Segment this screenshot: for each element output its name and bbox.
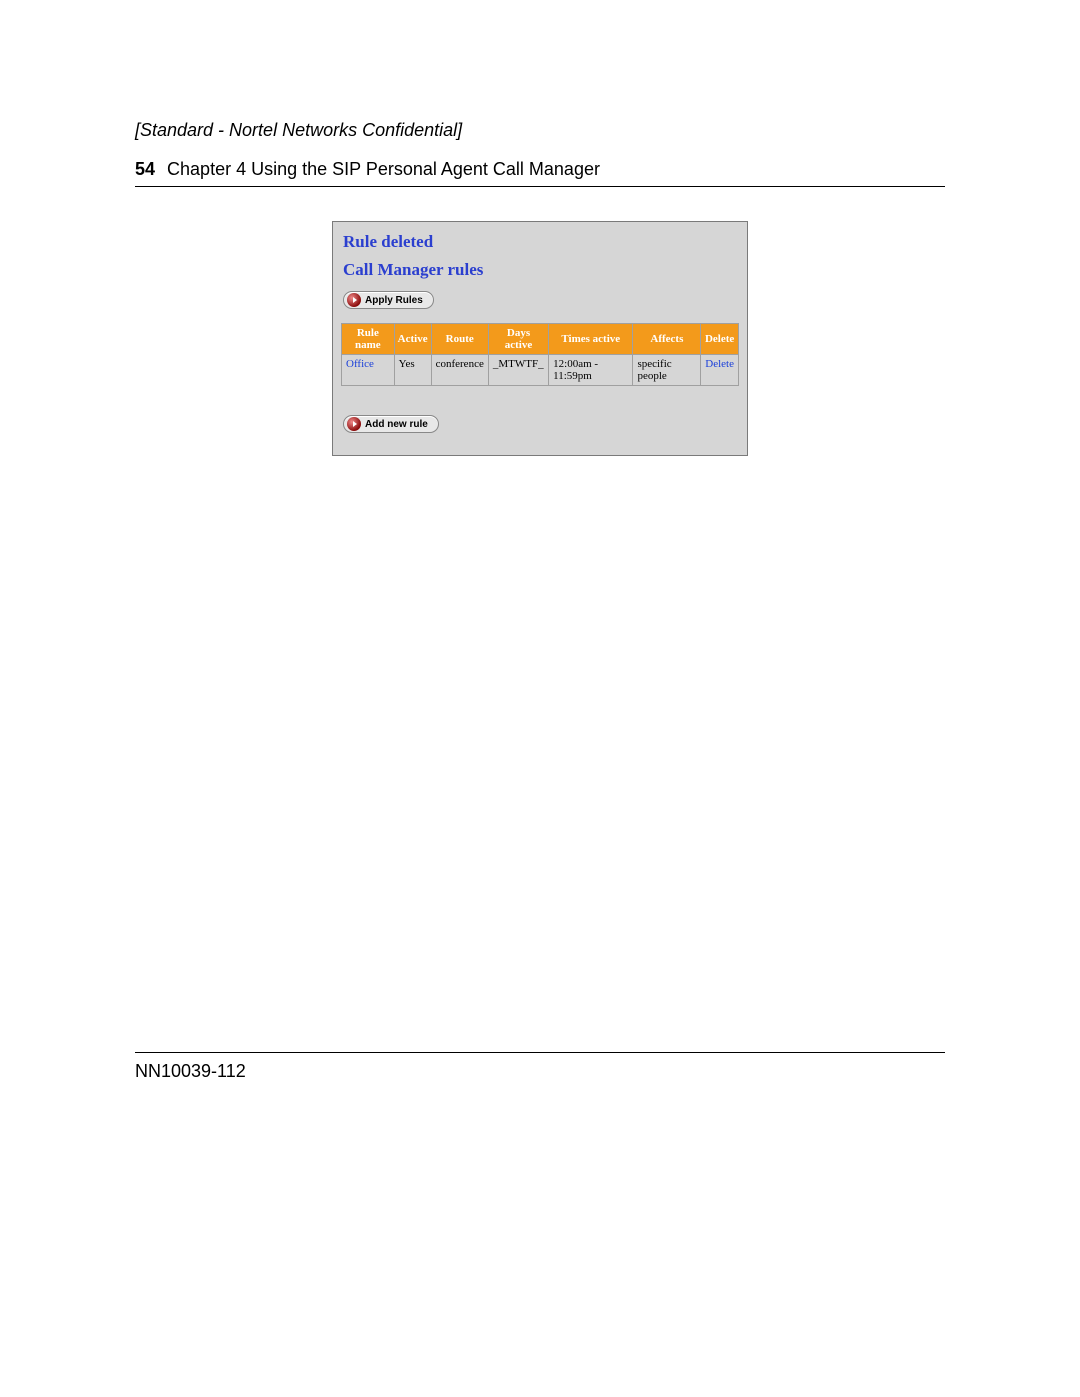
play-icon: [347, 293, 361, 307]
col-times-active: Times active: [549, 324, 633, 355]
footer-rule: [135, 1052, 945, 1053]
play-icon: [347, 417, 361, 431]
rules-table: Rule name Active Route Days active Times…: [341, 323, 739, 386]
col-affects: Affects: [633, 324, 701, 355]
col-active: Active: [394, 324, 431, 355]
rule-name-link[interactable]: Office: [342, 355, 395, 386]
col-rule-name: Rule name: [342, 324, 395, 355]
cell-active: Yes: [394, 355, 431, 386]
add-new-rule-label: Add new rule: [365, 419, 428, 430]
status-message: Rule deleted: [343, 232, 739, 252]
app-screenshot: Rule deleted Call Manager rules Apply Ru…: [332, 221, 748, 456]
confidential-notice: [Standard - Nortel Networks Confidential…: [135, 120, 945, 141]
delete-link[interactable]: Delete: [701, 355, 739, 386]
document-number: NN10039-112: [135, 1061, 945, 1082]
cell-route: conference: [431, 355, 488, 386]
chapter-title: Chapter 4 Using the SIP Personal Agent C…: [167, 159, 600, 179]
chapter-header: 54 Chapter 4 Using the SIP Personal Agent…: [135, 159, 945, 180]
cell-times: 12:00am - 11:59pm: [549, 355, 633, 386]
table-row: Office Yes conference _MTWTF_ 12:00am - …: [342, 355, 739, 386]
cell-days: _MTWTF_: [488, 355, 548, 386]
header-rule: [135, 186, 945, 187]
page-number: 54: [135, 159, 155, 179]
col-route: Route: [431, 324, 488, 355]
section-title: Call Manager rules: [343, 260, 739, 280]
table-header-row: Rule name Active Route Days active Times…: [342, 324, 739, 355]
apply-rules-label: Apply Rules: [365, 295, 423, 306]
col-delete: Delete: [701, 324, 739, 355]
apply-rules-button[interactable]: Apply Rules: [343, 291, 434, 309]
cell-affects: specific people: [633, 355, 701, 386]
add-new-rule-button[interactable]: Add new rule: [343, 415, 439, 433]
col-days-active: Days active: [488, 324, 548, 355]
